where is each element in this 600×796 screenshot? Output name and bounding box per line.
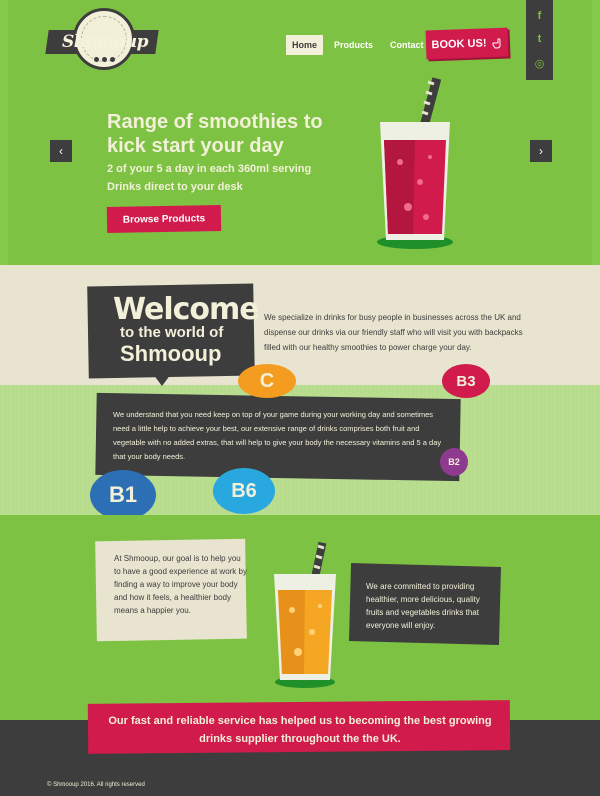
book-us-button[interactable]: BOOK US! (425, 27, 509, 60)
copyright-text: © Shmooup 2016. All rights reserved (47, 782, 145, 788)
chevron-right-icon: › (539, 144, 543, 158)
hero-title: Range of smoothies to kick start your da… (107, 111, 323, 157)
smoothie-glass-orange-illustration (274, 541, 336, 688)
goal-card-text: At Shmooup, our goal is to help you to h… (114, 554, 247, 615)
vitamin-b6-badge: B6 (213, 468, 275, 514)
vitamins-panel-text: We understand that you need keep on top … (113, 410, 442, 461)
footer-message: Our fast and reliable service has helped… (108, 715, 492, 745)
logo-dot (102, 57, 107, 62)
logo-text: Shmooup (61, 32, 149, 52)
hero-edge-left (0, 0, 8, 265)
slider-next-button[interactable]: › (530, 140, 552, 162)
book-us-label: BOOK US! (431, 36, 487, 51)
nav-item-home[interactable]: Home (286, 35, 324, 55)
main-nav: Home Products Contact Us (286, 34, 444, 56)
nav-item-products[interactable]: Products (328, 35, 379, 55)
logo-dot (110, 57, 115, 62)
welcome-brand-name: Shmooup (120, 341, 222, 366)
hero-edge-right (592, 0, 600, 265)
logo[interactable]: Shmooup (45, 8, 159, 74)
welcome-intro-text: We specialize in drinks for busy people … (264, 313, 523, 352)
browse-products-button[interactable]: Browse Products (106, 205, 222, 233)
slider-prev-button[interactable]: ‹ (50, 140, 72, 162)
twitter-icon[interactable]: t (538, 33, 542, 45)
instagram-icon[interactable]: ◎ (535, 57, 545, 70)
welcome-subtitle: to the world of (120, 324, 224, 341)
vitamin-b3-badge: B3 (442, 364, 490, 398)
chevron-left-icon: ‹ (59, 144, 63, 158)
vitamin-c-badge: C (238, 364, 296, 398)
welcome-heading-tail (150, 370, 174, 386)
smoothie-glass-red-illustration (377, 77, 453, 249)
welcome-title: Welcome (113, 292, 260, 327)
hero-subtitle: 2 of your 5 a day in each 360ml serving … (107, 163, 312, 193)
facebook-icon[interactable]: f (538, 10, 542, 22)
logo-dot (94, 57, 99, 62)
pointer-hand-icon (491, 37, 501, 49)
vitamin-b1-badge: B1 (90, 470, 156, 520)
commitment-card-text: We are committed to providing healthier,… (366, 582, 480, 630)
vitamin-b2-badge: B2 (440, 448, 468, 476)
social-bar: f t ◎ (526, 0, 553, 80)
